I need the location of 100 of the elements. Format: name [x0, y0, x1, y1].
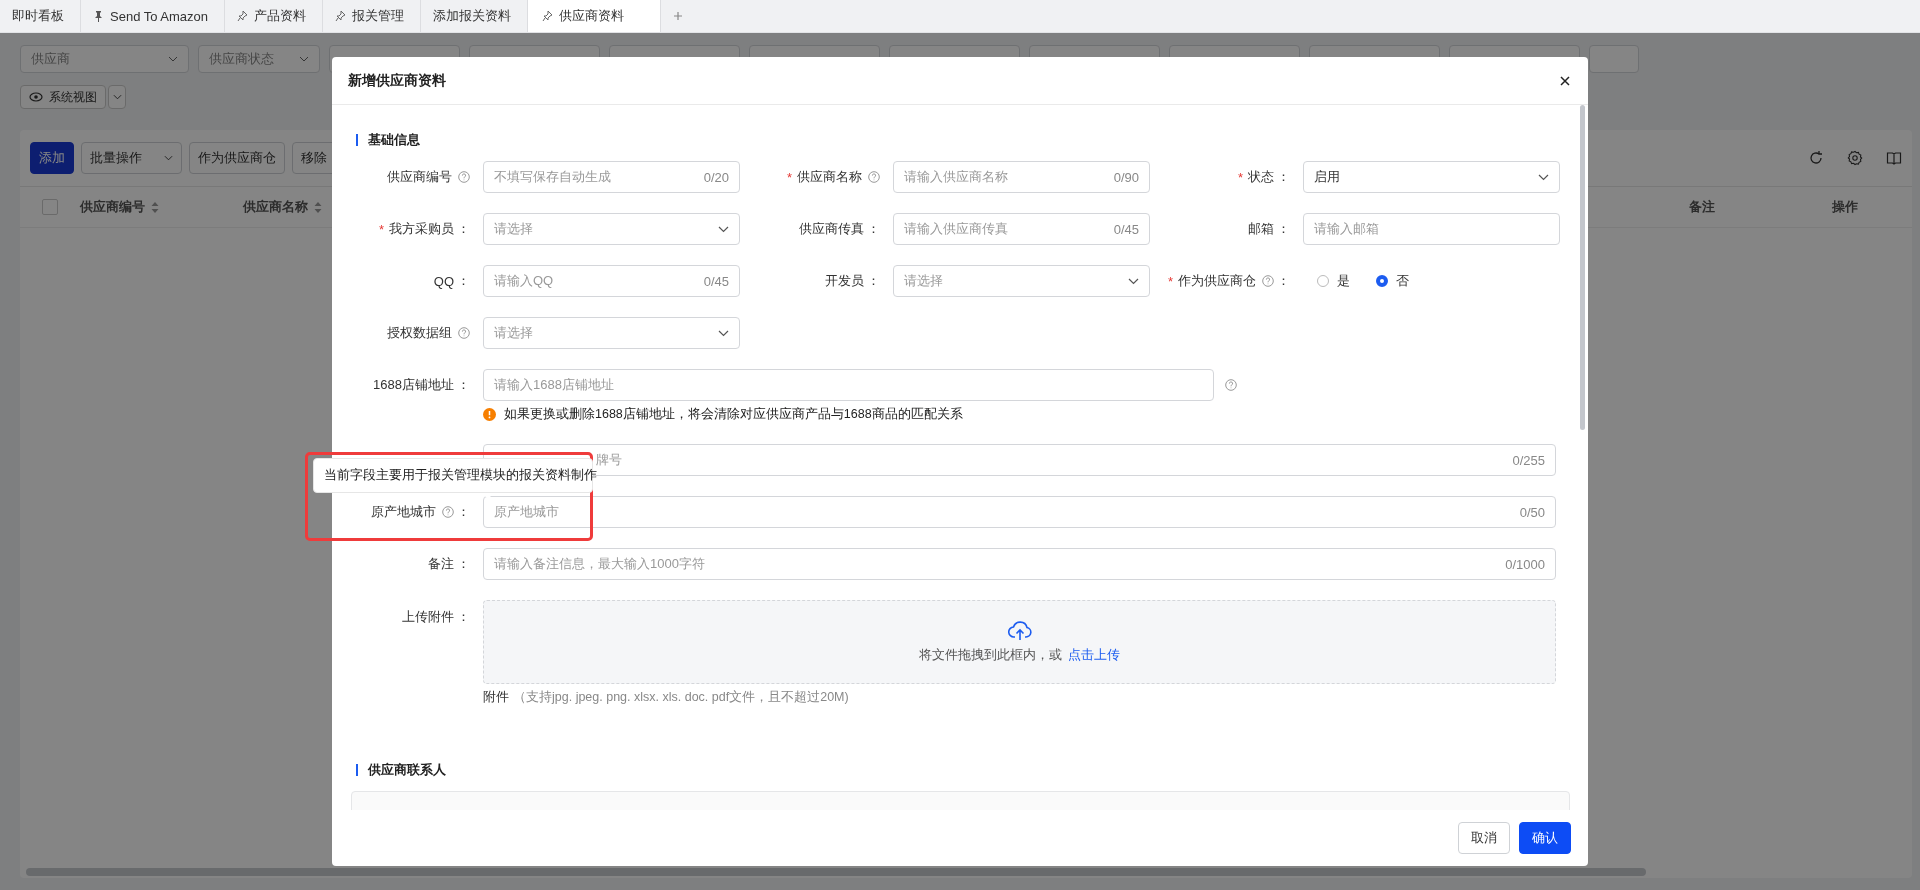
- character-counter: 0/90: [1113, 169, 1139, 185]
- column-header: 操作: [1832, 198, 1859, 216]
- tab[interactable]: 即时看板: [0, 0, 81, 32]
- help-icon[interactable]: [868, 171, 880, 183]
- toolbar-button[interactable]: 作为供应商仓: [189, 142, 285, 174]
- pin-icon: [542, 10, 554, 22]
- required-mark: *: [786, 169, 792, 185]
- input-field[interactable]: 请输入供应商传真 0/45: [893, 213, 1150, 245]
- tab[interactable]: Send To Amazon: [81, 0, 226, 32]
- label-colon: ：: [457, 608, 470, 626]
- book-icon[interactable]: [1886, 150, 1902, 166]
- help-icon[interactable]: [1262, 275, 1274, 287]
- chevron-down-icon: [168, 56, 178, 62]
- section-title: 基础信息: [368, 131, 420, 149]
- field-label: 供应商名称: [797, 168, 862, 186]
- input-field[interactable]: 请输入邮箱: [1303, 213, 1560, 245]
- scrollbar-thumb[interactable]: [1580, 105, 1585, 430]
- character-counter: 0/50: [1519, 504, 1545, 520]
- upload-dropzone[interactable]: 将文件拖拽到此框内，或 点击上传: [483, 600, 1556, 684]
- settings-icon[interactable]: [1847, 150, 1863, 166]
- section-title: 供应商联系人: [368, 761, 446, 779]
- select-field[interactable]: 请选择: [893, 265, 1150, 297]
- warning-text: 如果更换或删除1688店铺地址，将会清除对应供应商产品与1688商品的匹配关系: [504, 405, 963, 423]
- close-icon[interactable]: [1560, 75, 1570, 86]
- help-icon[interactable]: [458, 171, 470, 183]
- dialog-button[interactable]: 确认: [1519, 822, 1571, 854]
- scrollbar-thumb[interactable]: [26, 868, 1646, 876]
- chevron-down-icon: [112, 94, 122, 100]
- required-mark: *: [1167, 273, 1173, 289]
- input-field[interactable]: 请输入QQ 0/45: [483, 265, 740, 297]
- field-label: 我方采购员: [389, 220, 454, 238]
- input-field[interactable]: 原产地城市 0/50: [483, 496, 1556, 528]
- tooltip-arrow: [482, 493, 494, 499]
- field-label: 上传附件: [402, 608, 454, 626]
- view-button[interactable]: 系统视图: [20, 85, 106, 109]
- filter-field[interactable]: 供应商: [20, 45, 189, 73]
- column-header: 供应商编号: [80, 198, 243, 216]
- character-counter: 0/1000: [1505, 556, 1545, 572]
- filter-field[interactable]: [1589, 45, 1639, 73]
- field-label: 邮箱: [1248, 220, 1274, 238]
- toolbar-button[interactable]: 批量操作: [81, 142, 182, 174]
- chevron-down-icon: [299, 56, 309, 62]
- label-colon: ：: [867, 272, 880, 290]
- chevron-down-icon: [718, 329, 729, 337]
- plus-icon[interactable]: [673, 11, 684, 21]
- sort-icon[interactable]: [151, 201, 159, 213]
- toolbar-button[interactable]: 添加: [30, 142, 74, 174]
- field-label: 1688店铺地址: [373, 376, 454, 394]
- pin-icon: [237, 10, 249, 22]
- character-counter: 0/45: [703, 273, 729, 289]
- warning-icon: [483, 407, 496, 421]
- pin-icon: [335, 10, 347, 22]
- view-dropdown-button[interactable]: [108, 85, 126, 109]
- help-icon[interactable]: [458, 327, 470, 339]
- eye-icon: [29, 92, 43, 102]
- input-field[interactable]: 请输入1688店铺地址: [483, 369, 1214, 401]
- dialog-title: 新增供应商资料: [348, 71, 446, 90]
- character-counter: 0/255: [1512, 452, 1545, 468]
- attachment-hint: （支持jpg. jpeg. png. xlsx. xls. doc. pdf文件，且不超过20M): [513, 688, 849, 706]
- select-field[interactable]: 请选择: [483, 317, 740, 349]
- input-field[interactable]: 不填写保存自动生成 0/20: [483, 161, 740, 193]
- column-header: 备注: [1689, 198, 1716, 216]
- required-mark: *: [378, 221, 384, 237]
- label-colon: ：: [457, 272, 470, 290]
- checkbox[interactable]: [42, 199, 58, 215]
- field-label: 状态: [1248, 168, 1274, 186]
- radio-label: 是: [1337, 272, 1350, 290]
- select-field[interactable]: 请选择: [483, 213, 740, 245]
- field-label: 供应商传真: [799, 220, 864, 238]
- label-colon: ：: [457, 503, 470, 521]
- field-label: QQ: [433, 273, 454, 289]
- label-colon: ：: [457, 220, 470, 238]
- input-field[interactable]: 请输入备注信息，最大输入1000字符 0/1000: [483, 548, 1556, 580]
- label-colon: ：: [1277, 168, 1290, 186]
- help-icon[interactable]: [442, 506, 454, 518]
- field-label: 原产地城市: [371, 503, 436, 521]
- required-mark: *: [1237, 169, 1243, 185]
- help-icon[interactable]: [1225, 379, 1237, 391]
- upload-hint: 将文件拖拽到此框内，或: [919, 646, 1062, 664]
- sort-icon[interactable]: [314, 201, 322, 213]
- attachment-label: 附件: [483, 688, 509, 706]
- select-field[interactable]: 启用: [1303, 161, 1560, 193]
- tab[interactable]: 产品资料: [225, 0, 324, 32]
- radio-label: 否: [1396, 272, 1409, 290]
- filter-field[interactable]: 供应商状态: [198, 45, 320, 73]
- chevron-down-icon: [718, 225, 729, 233]
- tab[interactable]: 报关管理: [323, 0, 422, 32]
- chevron-down-icon: [1128, 277, 1139, 285]
- label-colon: ：: [457, 555, 470, 573]
- refresh-icon[interactable]: [1808, 150, 1824, 166]
- input-field[interactable]: 请输入供应商名称 0/90: [893, 161, 1150, 193]
- tab[interactable]: 供应商资料: [528, 0, 662, 32]
- label-colon: ：: [457, 376, 470, 394]
- upload-link[interactable]: 点击上传: [1068, 646, 1120, 664]
- chevron-down-icon: [1538, 173, 1549, 181]
- dialog-button[interactable]: 取消: [1458, 822, 1510, 854]
- character-counter: 0/20: [703, 169, 729, 185]
- radio-button[interactable]: [1376, 275, 1388, 287]
- field-label: 作为供应商仓: [1178, 272, 1256, 290]
- cloud-upload-icon: [1007, 620, 1032, 641]
